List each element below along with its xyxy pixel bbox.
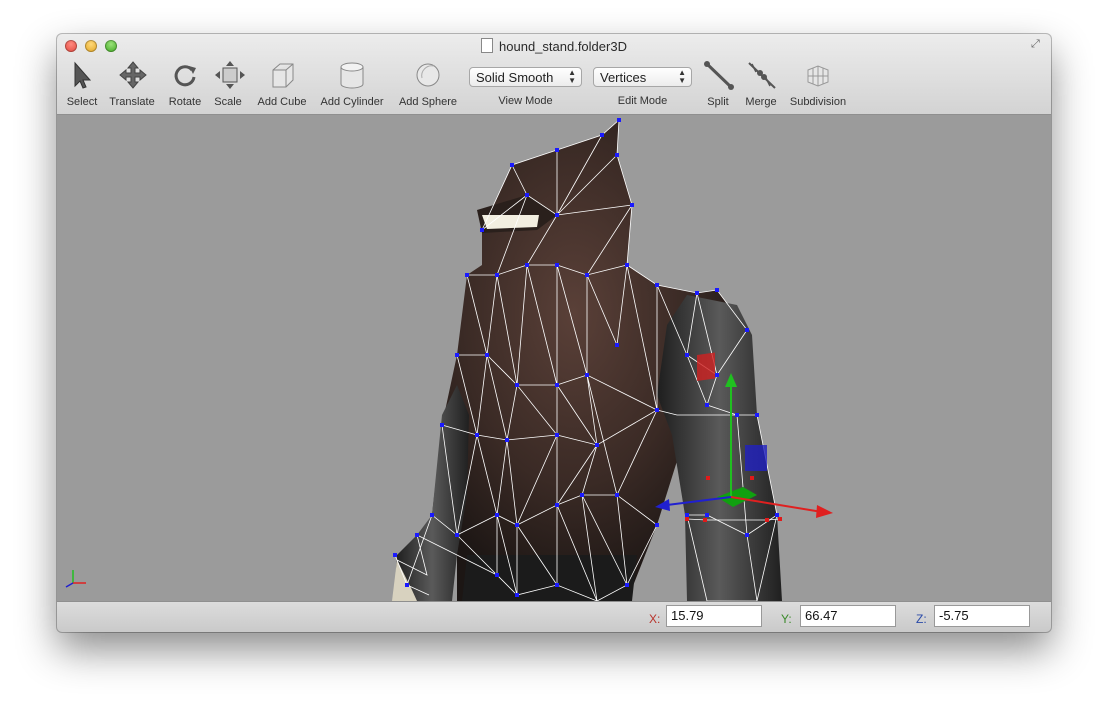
app-window: hound_stand.folder3D ⤢ Select Translate … [57,34,1051,632]
scale-tool-button[interactable]: Scale [214,60,245,110]
add-sphere-button[interactable]: Add Sphere [399,60,457,110]
edit-mode-label: Edit Mode [617,95,668,107]
y-coordinate-input[interactable] [800,605,896,627]
x-label: X: [649,612,661,626]
y-label: Y: [781,612,792,626]
status-bar: X: Y: Z: [57,601,1051,632]
updown-icon: ▲ ▼ [678,68,686,85]
scale-icon [215,61,245,89]
add-cylinder-button[interactable]: Add Cylinder [321,60,383,110]
titlebar: hound_stand.folder3D ⤢ Select Translate … [57,34,1051,115]
add-cube-label: Add Cube [257,96,307,108]
edit-mode-select[interactable]: Vertices ▲ ▼ [593,67,692,87]
updown-icon: ▲ ▼ [568,68,576,85]
edit-mode-value: Vertices [600,70,647,85]
z-coordinate-input[interactable] [934,605,1030,627]
cylinder-icon [340,62,364,89]
sphere-icon [416,63,440,87]
axis-indicator [65,570,86,588]
mesh-canvas[interactable] [57,115,1051,601]
add-sphere-label: Add Sphere [398,96,458,108]
select-tool-button[interactable]: Select [67,60,97,110]
subdivision-button[interactable]: Subdivision [790,60,846,110]
subdivision-icon [807,65,829,87]
view-mode-select[interactable]: Solid Smooth ▲ ▼ [469,67,582,87]
z-label: Z: [916,612,927,626]
teeth [482,215,539,229]
subdivision-label: Subdivision [789,96,847,108]
rotate-icon [174,65,196,87]
select-arrow-icon [74,61,92,89]
merge-icon [748,62,776,89]
translate-tool-button[interactable]: Translate [109,60,155,110]
split-icon [704,61,734,90]
view-mode-label: View Mode [498,95,553,107]
3d-viewport[interactable] [57,115,1051,601]
window-title: hound_stand.folder3D [57,38,1051,54]
x-coordinate-input[interactable] [666,605,762,627]
fullscreen-icon[interactable]: ⤢ [1031,38,1045,52]
add-cylinder-label: Add Cylinder [320,96,384,108]
add-cube-button[interactable]: Add Cube [258,60,306,110]
view-mode-value: Solid Smooth [476,70,554,85]
cube-icon [272,63,294,88]
document-icon [481,38,494,53]
translate-arrows-icon [119,61,147,89]
merge-button[interactable]: Merge [745,60,777,110]
